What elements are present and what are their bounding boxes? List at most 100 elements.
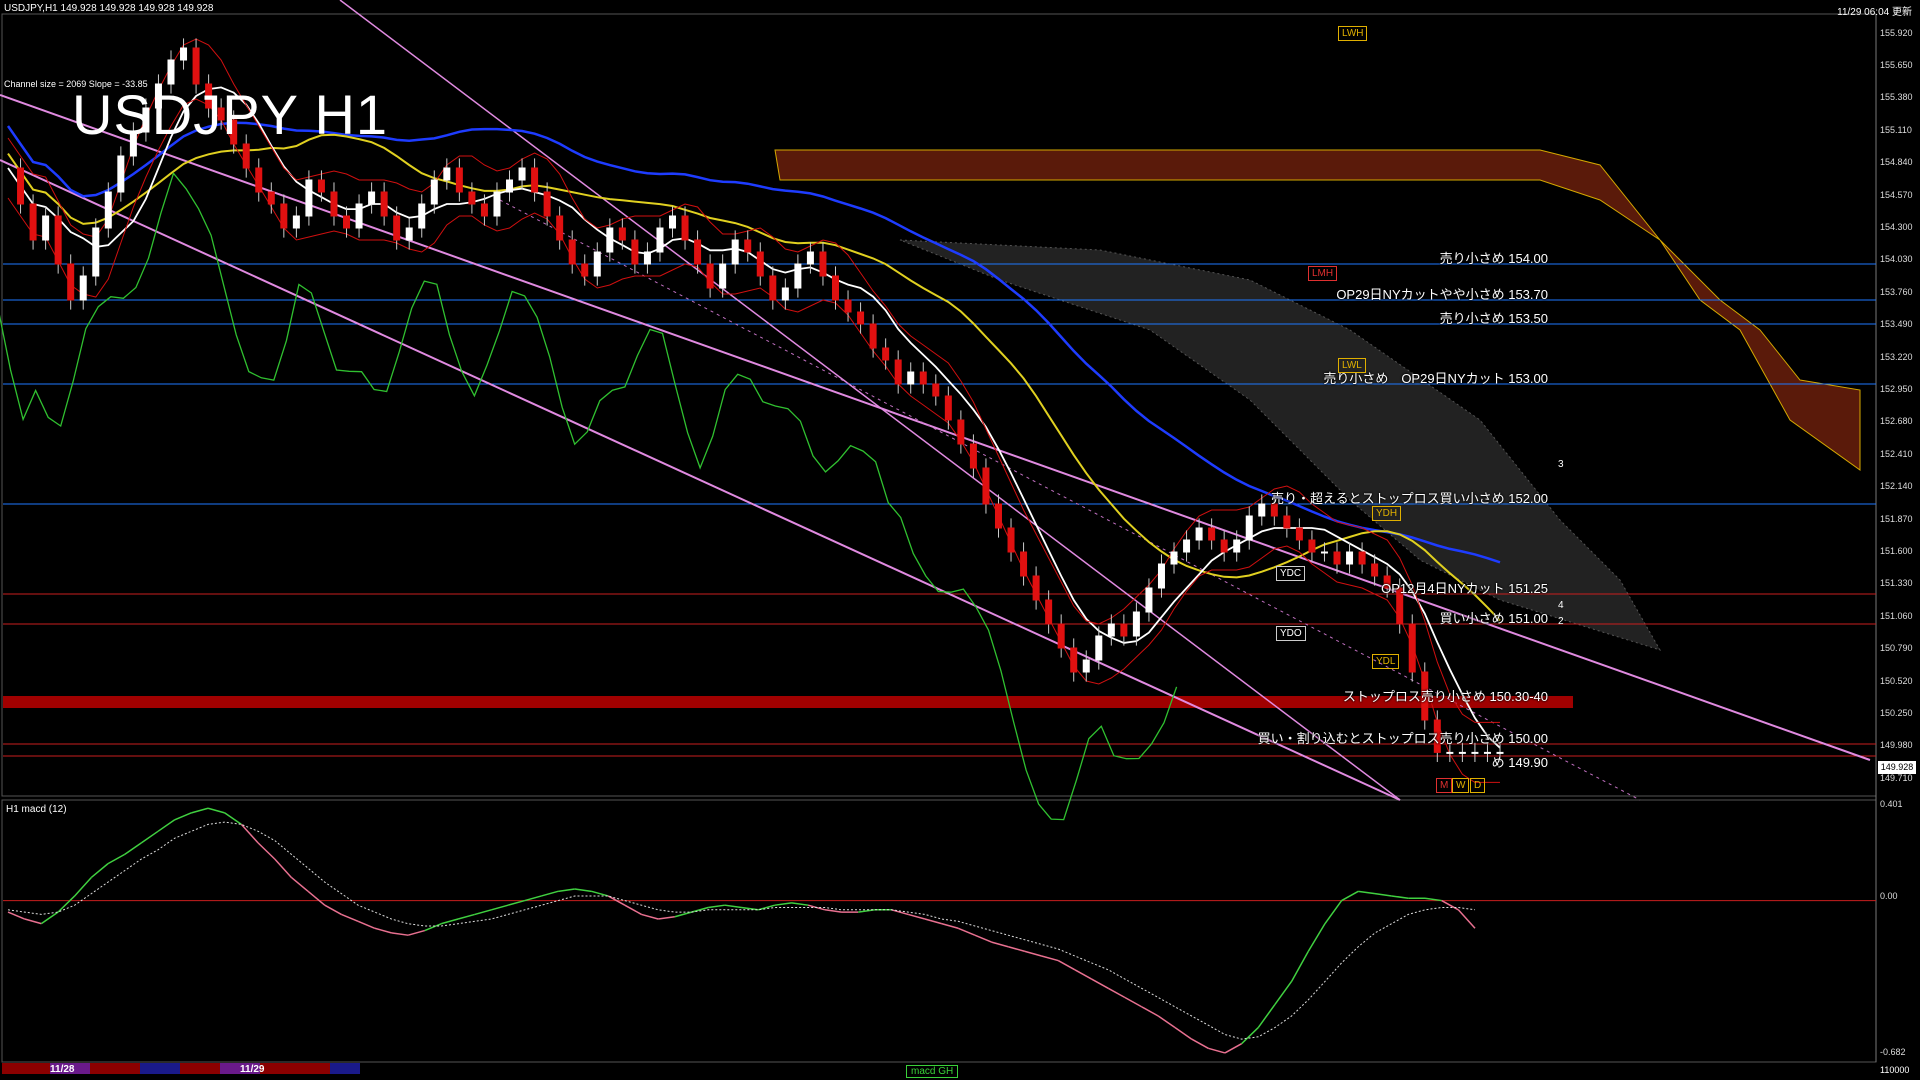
candle-body: [393, 215, 401, 241]
candle-body: [443, 167, 451, 181]
level-label: ストップロス売り小さめ 150.30-40: [1342, 689, 1548, 704]
candle-body: [368, 191, 376, 205]
candle-body: [581, 263, 589, 277]
candle-body: [1458, 751, 1466, 754]
candle-body: [29, 203, 37, 241]
timeline-segment: [180, 1063, 220, 1074]
candle-body: [1145, 587, 1153, 613]
candle-body: [1032, 575, 1040, 601]
candle-body: [92, 227, 100, 277]
candle-body: [756, 251, 764, 277]
candle-body: [455, 167, 463, 193]
price-tick: 153.220: [1880, 351, 1913, 362]
box-label-lmh: LMH: [1308, 266, 1338, 281]
price-tick: 155.650: [1880, 60, 1913, 70]
level-label: 買い小さめ 151.00: [1439, 611, 1548, 626]
candle-body: [117, 155, 125, 193]
price-tick: 152.410: [1880, 448, 1913, 459]
price-tick: 151.060: [1880, 610, 1913, 621]
price-tick: 153.760: [1880, 286, 1913, 297]
datetime-header: 11/29 06:04 更新: [1837, 7, 1912, 18]
candle-body: [1220, 539, 1228, 553]
price-tick: 150.790: [1880, 643, 1913, 654]
bottom-right-value: 110000: [1880, 1065, 1910, 1075]
box-label-ydc: YDC: [1276, 566, 1306, 581]
macd-tick-top: 0.401: [1880, 799, 1903, 809]
date-label-2: 11/29: [240, 1064, 265, 1075]
stoploss-band: [3, 696, 1573, 708]
symbol-header: USDJPY,H1 149.928 149.928 149.928 149.92…: [4, 3, 214, 14]
price-tick: 154.300: [1880, 222, 1913, 232]
candle-body: [531, 167, 539, 193]
price-tick: 154.030: [1880, 254, 1913, 265]
level-label: OP12月4日NYカット 151.25: [1381, 581, 1548, 596]
candle-body: [969, 443, 977, 469]
price-tick: 149.710: [1880, 772, 1913, 783]
candle-body: [1245, 515, 1253, 541]
candle-body: [731, 239, 739, 265]
candle-body: [330, 191, 338, 217]
candle-body: [180, 47, 188, 61]
candle-body: [543, 191, 551, 217]
candle-body: [1333, 551, 1341, 565]
price-tick: 155.920: [1880, 27, 1913, 38]
candle-body: [1107, 623, 1115, 637]
level-label: 売り小さめ 153.50: [1439, 311, 1548, 326]
candle-body: [1157, 563, 1165, 589]
level-label: OP29日NYカットやや小さめ 153.70: [1336, 287, 1548, 302]
candle-body: [568, 239, 576, 265]
candle-body: [982, 467, 990, 505]
timeline-segment: [330, 1063, 360, 1074]
candle-body: [957, 419, 965, 445]
candle-body: [1308, 539, 1316, 553]
candle-body: [1371, 563, 1379, 577]
candle-body: [430, 179, 438, 205]
candle-body: [844, 299, 852, 313]
box-label-lwh: LWH: [1338, 26, 1368, 41]
price-tick: 150.520: [1880, 675, 1913, 686]
candle-body: [907, 371, 915, 385]
price-tick: 154.570: [1880, 189, 1913, 200]
price-tick: 151.600: [1880, 546, 1913, 556]
level-label: 売り・超えるとストップロス買い小さめ 152.00: [1271, 491, 1548, 506]
price-tick: 150.250: [1880, 708, 1913, 718]
candle-body: [882, 347, 890, 361]
candle-body: [1070, 647, 1078, 673]
candle-body: [292, 215, 300, 229]
candle-body: [305, 179, 313, 217]
candle-body: [781, 287, 789, 301]
candle-body: [1020, 551, 1028, 577]
candle-body: [744, 239, 752, 253]
price-chart[interactable]: [0, 0, 1920, 1080]
candle-body: [643, 251, 651, 265]
candle-body: [42, 215, 50, 241]
candle-body: [857, 311, 865, 325]
candle-body: [656, 227, 664, 253]
candle-body: [405, 227, 413, 241]
candle-body: [593, 251, 601, 277]
price-tick: 155.110: [1880, 124, 1912, 135]
candle-body: [556, 215, 564, 241]
price-tick: 155.380: [1880, 92, 1913, 103]
candle-body: [681, 215, 689, 241]
timeline-segment: [260, 1063, 330, 1074]
level-label: 売り小さめ 154.00: [1439, 251, 1548, 266]
candle-body: [1007, 527, 1015, 553]
candle-body: [480, 203, 488, 217]
price-tick: 154.840: [1880, 157, 1913, 168]
candle-body: [79, 275, 87, 301]
candle-body: [994, 503, 1002, 529]
timeline-segment: [90, 1063, 140, 1074]
candle-body: [618, 227, 626, 241]
candle-body: [518, 167, 526, 181]
candle-body: [1183, 539, 1191, 553]
macd-status-tab[interactable]: macd GH: [906, 1065, 959, 1078]
candle-body: [493, 191, 501, 217]
candle-body: [1295, 527, 1303, 541]
box-label-ydh: YDH: [1372, 506, 1402, 521]
price-tick: 151.870: [1880, 513, 1913, 524]
candle-body: [706, 263, 714, 289]
candle-body: [104, 191, 112, 229]
box-label-ydl: YDL: [1372, 654, 1400, 669]
date-label-1: 11/28: [50, 1064, 75, 1075]
